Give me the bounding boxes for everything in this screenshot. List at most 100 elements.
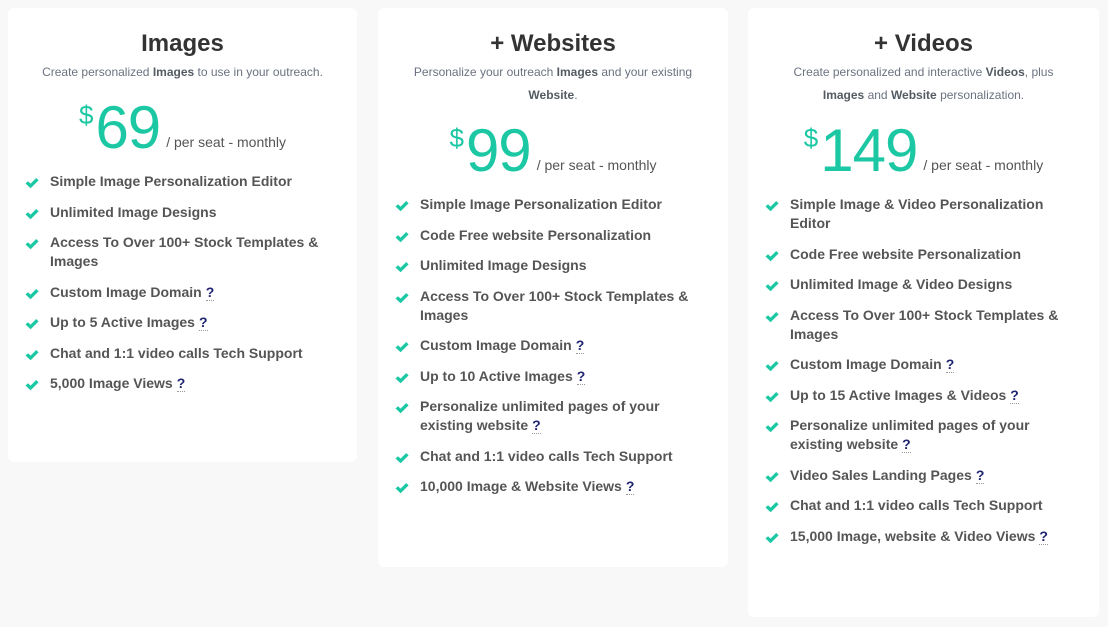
feature-label: Simple Image Personalization Editor bbox=[420, 196, 662, 212]
feature-label: Access To Over 100+ Stock Templates & Im… bbox=[420, 287, 689, 323]
feature-item: Unlimited Image Designs bbox=[394, 256, 712, 275]
plan-title: + Videos bbox=[874, 30, 973, 57]
feature-label: Custom Image Domain bbox=[790, 356, 942, 372]
feature-label: Video Sales Landing Pages bbox=[790, 466, 972, 483]
description-highlight: Website bbox=[890, 88, 937, 102]
feature-item: Custom Image Domain? bbox=[764, 355, 1083, 374]
check-icon bbox=[765, 391, 779, 402]
feature-text: Up to 10 Active Images? bbox=[420, 367, 586, 386]
check-icon bbox=[765, 422, 779, 433]
feature-list: Simple Image Personalization Editor Code … bbox=[394, 195, 712, 496]
feature-list: Simple Image & Video Personalization Edi… bbox=[764, 195, 1083, 546]
feature-item: Unlimited Image & Video Designs bbox=[764, 275, 1083, 294]
feature-text: Simple Image Personalization Editor bbox=[420, 195, 662, 214]
help-tooltip-icon[interactable]: ? bbox=[1039, 527, 1048, 545]
help-tooltip-icon[interactable]: ? bbox=[1010, 386, 1019, 404]
check-icon bbox=[765, 250, 779, 261]
feature-text: Personalize unlimited pages of your exis… bbox=[420, 397, 690, 435]
help-tooltip-icon[interactable]: ? bbox=[945, 356, 955, 373]
feature-label: Unlimited Image Designs bbox=[420, 257, 587, 273]
price-amount: 99 bbox=[465, 117, 532, 184]
help-tooltip-icon[interactable]: ? bbox=[198, 314, 208, 331]
plan-description: Create personalized and interactive Vide… bbox=[764, 61, 1083, 107]
check-icon bbox=[765, 361, 779, 372]
feature-text: Chat and 1:1 video calls Tech Support bbox=[420, 447, 673, 466]
description-text: to use in your outreach. bbox=[194, 65, 323, 79]
feature-text: Personalize unlimited pages of your exis… bbox=[790, 416, 1060, 454]
plan-description: Personalize your outreach Images and you… bbox=[394, 61, 712, 107]
feature-text: Video Sales Landing Pages? bbox=[790, 466, 985, 485]
feature-item: Unlimited Image Designs bbox=[24, 203, 341, 222]
feature-text: 15,000 Image, website & Video Views? bbox=[790, 527, 1048, 546]
description-highlight: Images bbox=[152, 65, 195, 79]
price: $ 69 / per seat - monthly bbox=[24, 96, 341, 158]
check-icon bbox=[25, 208, 39, 219]
feature-item: Up to 5 Active Images? bbox=[24, 313, 341, 332]
feature-label: Simple Image Personalization Editor bbox=[50, 173, 292, 189]
feature-text: Simple Image & Video Personalization Edi… bbox=[790, 195, 1060, 233]
feature-item: Up to 10 Active Images? bbox=[394, 367, 712, 386]
feature-text: Code Free website Personalization bbox=[420, 226, 651, 245]
feature-text: Custom Image Domain? bbox=[420, 336, 585, 355]
feature-text: Simple Image Personalization Editor bbox=[50, 172, 292, 191]
currency-symbol: $ bbox=[78, 100, 94, 130]
price-amount: 69 bbox=[95, 94, 161, 161]
feature-label: Up to 10 Active Images bbox=[420, 367, 573, 384]
price-amount: 149 bbox=[820, 117, 918, 184]
price: $ 149 / per seat - monthly bbox=[764, 119, 1083, 181]
feature-item: 5,000 Image Views? bbox=[24, 374, 341, 393]
feature-text: Up to 15 Active Images & Videos? bbox=[790, 386, 1019, 405]
check-icon bbox=[395, 403, 409, 414]
price-period: / per seat - monthly bbox=[536, 157, 657, 173]
help-tooltip-icon[interactable]: ? bbox=[575, 337, 585, 354]
help-tooltip-icon[interactable]: ? bbox=[176, 375, 186, 392]
help-tooltip-icon[interactable]: ? bbox=[975, 466, 985, 484]
help-tooltip-icon[interactable]: ? bbox=[205, 283, 215, 301]
feature-item: Chat and 1:1 video calls Tech Support bbox=[394, 447, 712, 466]
feature-item: Code Free website Personalization bbox=[764, 245, 1083, 264]
feature-item: Up to 15 Active Images & Videos? bbox=[764, 386, 1083, 405]
feature-text: Access To Over 100+ Stock Templates & Im… bbox=[790, 306, 1060, 344]
description-text: , plus bbox=[1024, 65, 1054, 79]
feature-label: Custom Image Domain bbox=[420, 337, 572, 353]
check-icon bbox=[25, 380, 39, 391]
feature-item: Personalize unlimited pages of your exis… bbox=[764, 416, 1083, 454]
feature-label: 10,000 Image & Website Views bbox=[420, 478, 622, 494]
feature-item: Simple Image & Video Personalization Edi… bbox=[764, 195, 1083, 233]
check-icon bbox=[25, 239, 39, 250]
help-tooltip-icon[interactable]: ? bbox=[532, 417, 541, 434]
check-icon bbox=[25, 288, 39, 299]
check-icon bbox=[395, 262, 409, 273]
description-text: . bbox=[574, 88, 578, 102]
currency-symbol: $ bbox=[449, 123, 464, 153]
help-tooltip-icon[interactable]: ? bbox=[576, 367, 586, 385]
feature-item: Simple Image Personalization Editor bbox=[24, 172, 341, 191]
feature-item: Personalize unlimited pages of your exis… bbox=[394, 397, 712, 435]
check-icon bbox=[395, 452, 409, 463]
help-tooltip-icon[interactable]: ? bbox=[902, 436, 911, 453]
check-icon bbox=[395, 201, 409, 212]
feature-item: Access To Over 100+ Stock Templates & Im… bbox=[24, 233, 341, 271]
price: $ 99 / per seat - monthly bbox=[394, 119, 712, 181]
description-highlight: Images bbox=[556, 65, 599, 79]
plan-card-videos: + Videos Create personalized and interac… bbox=[748, 8, 1099, 617]
currency-symbol: $ bbox=[803, 123, 819, 153]
feature-item: Custom Image Domain? bbox=[394, 336, 712, 355]
feature-text: Chat and 1:1 video calls Tech Support bbox=[790, 496, 1043, 515]
feature-text: Unlimited Image & Video Designs bbox=[790, 275, 1012, 294]
feature-text: Unlimited Image Designs bbox=[50, 203, 216, 222]
check-icon bbox=[395, 483, 409, 494]
feature-label: Code Free website Personalization bbox=[420, 226, 652, 243]
help-tooltip-icon[interactable]: ? bbox=[625, 478, 635, 495]
feature-label: Up to 5 Active Images bbox=[50, 314, 195, 330]
feature-text: Chat and 1:1 video calls Tech Support bbox=[50, 344, 303, 363]
description-text: and your existing bbox=[598, 65, 693, 79]
check-icon bbox=[765, 311, 779, 322]
check-icon bbox=[765, 532, 779, 543]
check-icon bbox=[25, 349, 39, 360]
feature-label: 15,000 Image, website & Video Views bbox=[790, 527, 1036, 544]
description-highlight: Videos bbox=[985, 65, 1025, 79]
feature-text: Unlimited Image Designs bbox=[420, 256, 586, 275]
feature-text: Custom Image Domain? bbox=[790, 355, 955, 374]
check-icon bbox=[765, 502, 779, 513]
